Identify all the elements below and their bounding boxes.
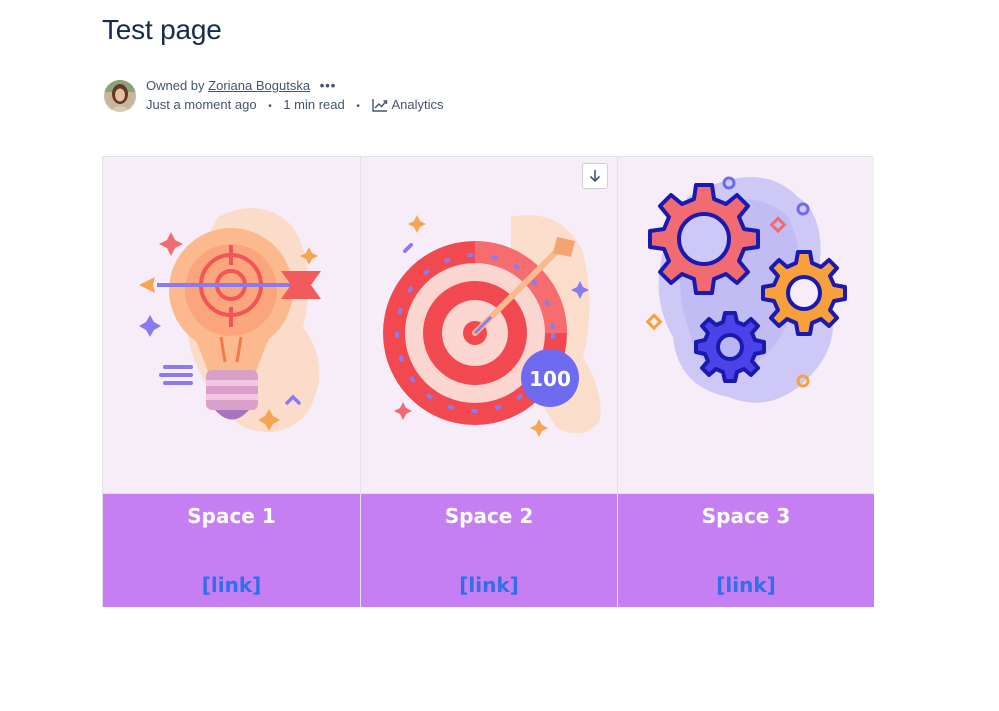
page-title: Test page xyxy=(102,14,222,45)
text-cell: Space 2 [link] xyxy=(361,494,617,607)
analytics-chart-icon xyxy=(371,99,387,112)
avatar[interactable] xyxy=(104,80,136,112)
space-card-1: Space 1 [link] xyxy=(103,157,360,607)
separator: • xyxy=(356,101,360,112)
space-card-3: Space 3 [link] xyxy=(617,157,874,607)
svg-text:100: 100 xyxy=(529,367,571,391)
space-link[interactable]: [link] xyxy=(361,573,617,597)
text-cell: Space 3 [link] xyxy=(618,494,874,607)
space-link[interactable]: [link] xyxy=(618,573,874,597)
space-card-2: 100 Space 2 [link] xyxy=(360,157,617,607)
owned-by-label: Owned by xyxy=(146,78,205,93)
more-actions-icon[interactable]: ••• xyxy=(320,78,337,94)
space-title: Space 3 xyxy=(701,504,791,528)
download-arrow-icon xyxy=(589,170,601,183)
dartboard-100-icon: 100 xyxy=(383,215,601,437)
download-button[interactable] xyxy=(582,163,608,189)
image-cell: 100 xyxy=(361,157,617,494)
owner-line: Owned by Zoriana Bogutska ••• xyxy=(146,78,336,94)
page-meta-line: Just a moment ago • 1 min read • Analyti… xyxy=(146,97,444,115)
gears-icon xyxy=(645,176,847,403)
owner-link[interactable]: Zoriana Bogutska xyxy=(208,78,310,93)
space-title: Space 1 xyxy=(187,504,276,528)
last-updated: Just a moment ago xyxy=(146,97,257,112)
image-cell xyxy=(103,157,360,494)
analytics-label: Analytics xyxy=(391,97,444,112)
space-title: Space 2 xyxy=(444,504,534,528)
text-cell: Space 1 [link] xyxy=(103,494,360,607)
analytics-button[interactable]: Analytics xyxy=(371,97,444,112)
read-time: 1 min read xyxy=(283,97,345,112)
separator: • xyxy=(268,101,272,112)
space-link[interactable]: [link] xyxy=(103,573,360,597)
lightbulb-target-icon xyxy=(139,208,321,432)
spaces-table: Space 1 [link] 100 Space 2 [link] Space … xyxy=(102,156,874,607)
image-cell xyxy=(618,157,874,494)
